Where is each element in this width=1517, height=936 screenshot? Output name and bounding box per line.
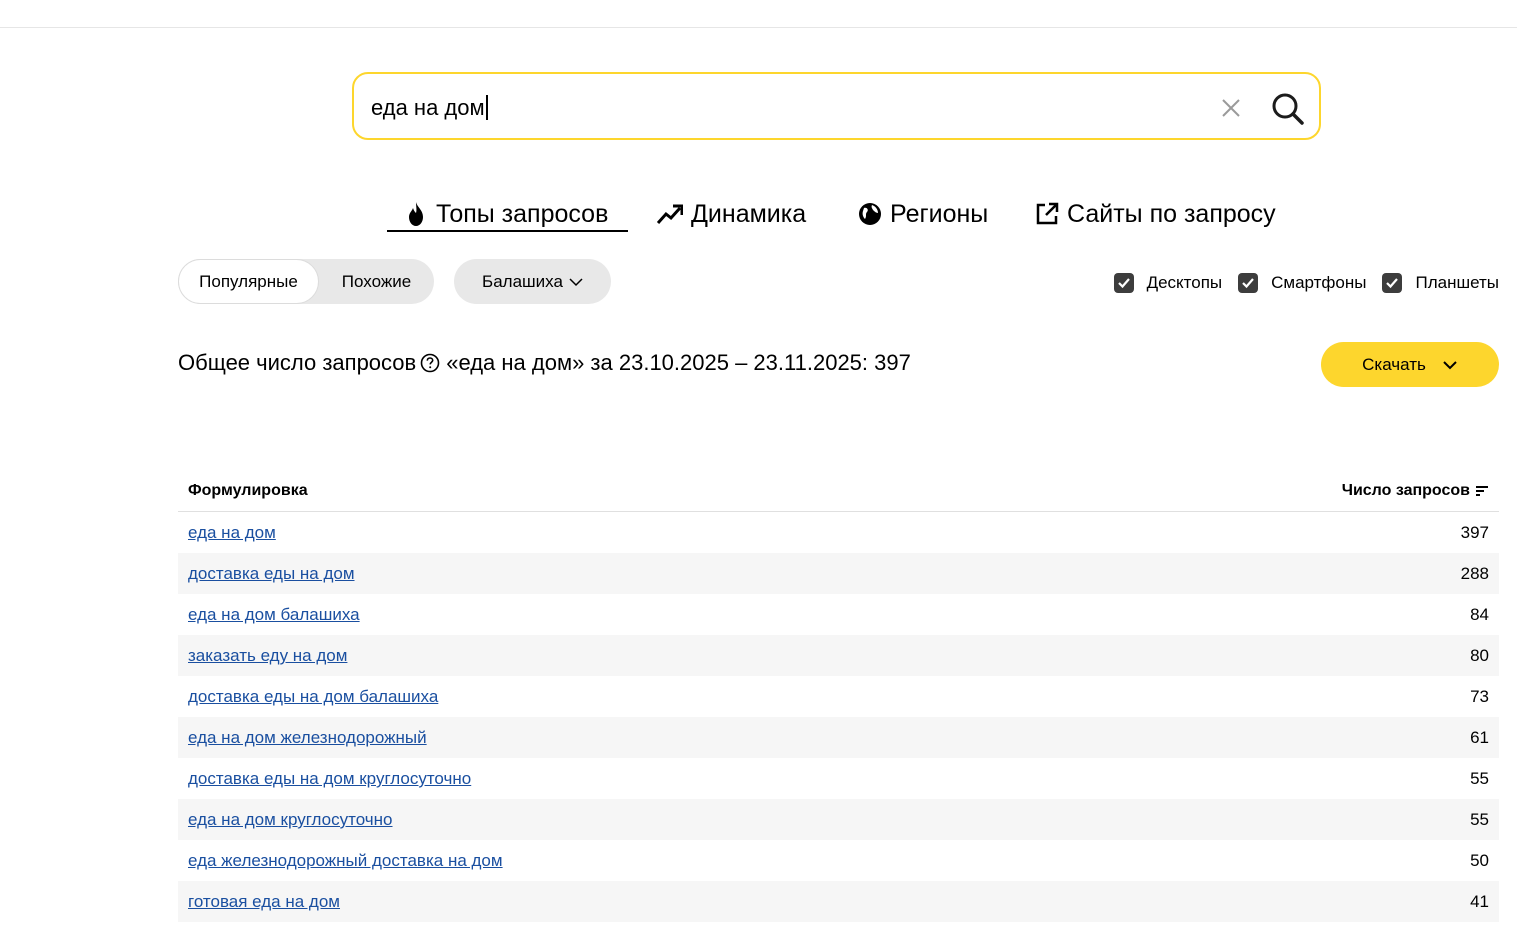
checkbox-checked[interactable]	[1113, 273, 1134, 293]
external-link-icon	[1036, 202, 1059, 225]
download-button[interactable]: Скачать	[1321, 342, 1499, 387]
tab-regions[interactable]: Регионы	[858, 196, 988, 232]
checkbox-label: Десктопы	[1146, 273, 1223, 292]
query-type-toggle: Похожие Популярные	[178, 259, 434, 304]
trend-icon	[657, 204, 683, 224]
tab-label: Сайты по запросу	[1067, 199, 1276, 228]
checkbox-checked[interactable]	[1238, 273, 1259, 293]
tab-sites[interactable]: Сайты по запросу	[1035, 196, 1276, 232]
table-row: доставка еды на дом 288	[178, 553, 1499, 594]
query-link[interactable]: готовая еда на дом	[188, 892, 340, 912]
help-icon[interactable]	[420, 353, 440, 373]
table-row: доставка еды на дом круглосуточно 55	[178, 758, 1499, 799]
query-link[interactable]: еда на дом железнодорожный	[188, 728, 427, 748]
close-icon[interactable]	[1220, 97, 1242, 119]
summary-value: «еда на дом» за 23.10.2025 – 23.11.2025:…	[446, 350, 911, 375]
query-link[interactable]: еда на дом круглосуточно	[188, 810, 393, 830]
text-caret	[485, 95, 488, 120]
queries-table: Формулировка Число запросов еда на дом 39…	[178, 470, 1499, 922]
tab-label: Топы запросов	[436, 199, 609, 228]
query-count: 61	[1470, 728, 1489, 747]
check-icon	[1242, 278, 1254, 289]
total-queries-summary: Общее число запросов «еда на дом» за 23.…	[178, 350, 911, 376]
region-label: Балашиха	[482, 271, 563, 291]
table-row: готовая еда на дом 41	[178, 881, 1499, 922]
search-input[interactable]: еда на дом	[371, 95, 488, 121]
query-link[interactable]: доставка еды на дом	[188, 564, 355, 584]
table-header: Формулировка Число запросов	[178, 470, 1499, 512]
tab-top-queries[interactable]: Топы запросов	[404, 196, 608, 232]
table-row: еда на дом железнодорожный 61	[178, 717, 1499, 758]
sort-icon[interactable]	[1475, 485, 1489, 497]
query-count: 41	[1470, 892, 1489, 911]
check-icon	[1386, 278, 1399, 289]
checkbox-checked[interactable]	[1382, 273, 1403, 293]
fire-icon	[409, 202, 423, 226]
tab-label: Динамика	[691, 199, 807, 228]
chevron-down-icon	[1443, 360, 1457, 369]
tab-dynamics[interactable]: Динамика	[657, 196, 806, 232]
device-filters: Десктопы Смартфоны Планшеты	[1098, 271, 1499, 295]
download-label: Скачать	[1362, 354, 1426, 374]
popular-button[interactable]: Популярные	[178, 259, 319, 304]
region-dropdown[interactable]: Балашиха	[454, 259, 611, 304]
query-count: 50	[1470, 851, 1489, 870]
search-box[interactable]: еда на дом	[352, 72, 1321, 140]
query-link[interactable]: заказать еду на дом	[188, 646, 347, 666]
smartphone-checkbox[interactable]: Смартфоны	[1238, 273, 1366, 293]
query-link[interactable]: еда на дом	[188, 523, 276, 543]
checkbox-label: Смартфоны	[1271, 273, 1367, 292]
query-count: 55	[1470, 810, 1489, 829]
chevron-down-icon	[569, 277, 583, 286]
active-tab-underline	[387, 230, 628, 232]
query-count: 288	[1460, 564, 1489, 583]
globe-icon	[859, 203, 881, 225]
table-row: еда на дом круглосуточно 55	[178, 799, 1499, 840]
query-link[interactable]: доставка еды на дом балашиха	[188, 687, 438, 707]
tab-label: Регионы	[890, 199, 989, 228]
query-link[interactable]: еда на дом балашиха	[188, 605, 360, 625]
tab-bar: Топы запросов Динамика Регионы Сайты по …	[0, 196, 1517, 236]
similar-button[interactable]: Похожие	[319, 259, 434, 304]
table-row: еда на дом балашиха 84	[178, 594, 1499, 635]
top-divider	[0, 27, 1517, 28]
table-row: заказать еду на дом 80	[178, 635, 1499, 676]
query-count: 55	[1470, 769, 1489, 788]
query-count: 397	[1460, 523, 1489, 542]
query-count: 80	[1470, 646, 1489, 665]
checkbox-label: Планшеты	[1415, 273, 1499, 292]
table-row: еда железнодорожный доставка на дом 50	[178, 840, 1499, 881]
table-row: доставка еды на дом балашиха 73	[178, 676, 1499, 717]
query-link[interactable]: доставка еды на дом круглосуточно	[188, 769, 471, 789]
table-body: еда на дом 397 доставка еды на дом 288 еда…	[178, 512, 1499, 922]
query-count: 73	[1470, 687, 1489, 706]
table-row: еда на дом 397	[178, 512, 1499, 553]
desktop-checkbox[interactable]: Десктопы	[1113, 273, 1223, 293]
check-icon	[1117, 278, 1130, 289]
column-header-phrase: Формулировка	[188, 482, 308, 499]
column-header-count[interactable]: Число запросов	[1342, 482, 1489, 500]
query-count: 84	[1470, 605, 1489, 624]
tablet-checkbox[interactable]: Планшеты	[1382, 273, 1499, 293]
column-header-label: Число запросов	[1341, 482, 1470, 499]
search-icon[interactable]	[1271, 92, 1305, 126]
query-link[interactable]: еда железнодорожный доставка на дом	[188, 851, 503, 871]
summary-label: Общее число запросов	[178, 350, 417, 375]
